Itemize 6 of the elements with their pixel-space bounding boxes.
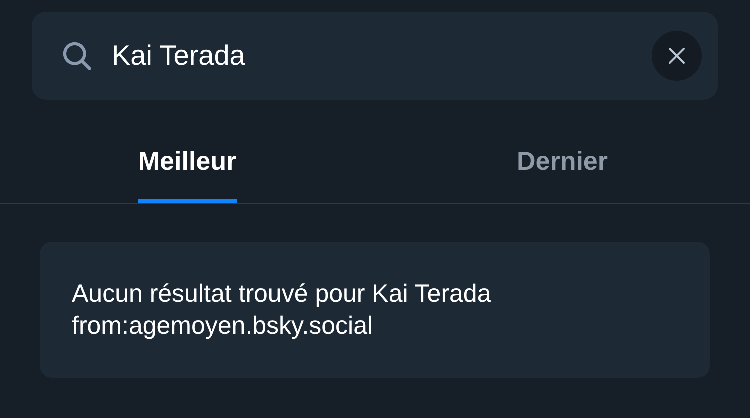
clear-button[interactable] — [652, 31, 702, 81]
no-results-message: Aucun résultat trouvé pour Kai Terada from:agemoyen.bsky.social — [72, 279, 492, 342]
tab[interactable]: Dernier — [516, 130, 608, 203]
tab[interactable]: Meilleur — [138, 130, 237, 203]
search-field[interactable]: Kai Terada — [32, 12, 718, 100]
close-icon — [667, 46, 687, 66]
